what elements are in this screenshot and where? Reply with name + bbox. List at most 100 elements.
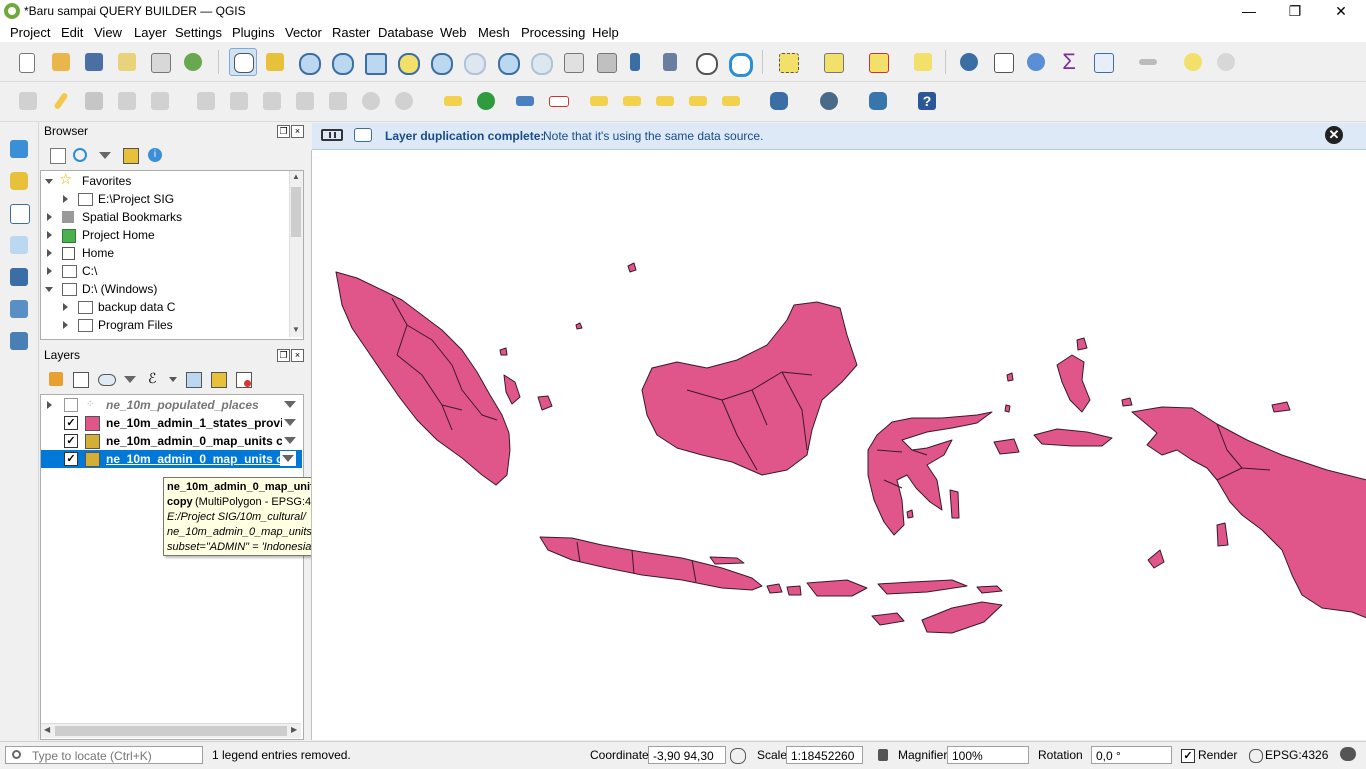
tree-item-spatial-bookmarks[interactable]: Spatial Bookmarks: [41, 208, 289, 226]
add-wms-layer-button[interactable]: [6, 328, 32, 354]
menu-processing[interactable]: Processing: [521, 25, 585, 40]
toggle-editing-pencil-icon[interactable]: [48, 88, 74, 114]
refresh-button[interactable]: [725, 49, 753, 77]
add-mesh-layer-button[interactable]: [6, 296, 32, 322]
add-selected-icon[interactable]: [50, 148, 66, 164]
tree-item-c-drive[interactable]: C:\: [41, 262, 289, 280]
new-shapefile-button[interactable]: [6, 232, 32, 258]
scroll-down-icon[interactable]: ▼: [292, 325, 300, 334]
tree-item-d-drive[interactable]: D:\ (Windows): [41, 280, 289, 298]
zoom-native-button[interactable]: [460, 49, 486, 75]
settings-gear-icon[interactable]: [1213, 49, 1239, 75]
float-panel-icon[interactable]: ❐: [277, 125, 290, 138]
show-unplaced-labels-button[interactable]: [545, 88, 571, 114]
zoom-next-button[interactable]: [527, 49, 553, 75]
zoom-to-selection-button[interactable]: [394, 49, 420, 75]
add-delimited-text-button[interactable]: [6, 200, 32, 226]
new-project-button[interactable]: [15, 49, 41, 75]
zoom-full-button[interactable]: [361, 49, 387, 75]
menu-layer[interactable]: Layer: [134, 25, 167, 40]
refresh-icon[interactable]: [73, 148, 87, 162]
open-project-button[interactable]: [48, 49, 74, 75]
filter-icon[interactable]: [284, 419, 296, 426]
filter-expression-icon[interactable]: ℰ: [148, 370, 156, 387]
help-question-icon[interactable]: ?: [914, 88, 940, 114]
menu-vector[interactable]: Vector: [285, 25, 322, 40]
new-3d-view-button[interactable]: [593, 49, 619, 75]
scroll-right-icon[interactable]: ▶: [291, 725, 297, 734]
toggle-extents-icon[interactable]: [730, 748, 746, 764]
browser-scrollbar[interactable]: ▲ ▼: [289, 171, 303, 337]
save-edits-button[interactable]: [81, 88, 107, 114]
crs-globe-icon[interactable]: [1249, 749, 1263, 763]
db-manager-button[interactable]: [766, 88, 792, 114]
layer-labeling-button[interactable]: [440, 88, 466, 114]
layer-styling-icon[interactable]: [49, 372, 63, 386]
tree-item-favorites[interactable]: ☆ Favorites: [41, 171, 289, 190]
rotation-spinbox[interactable]: 0,0 °: [1091, 746, 1172, 764]
cut-features-button[interactable]: [259, 88, 285, 114]
layer-row-populated-places[interactable]: ⁘ ne_10m_populated_places: [41, 396, 301, 414]
vertex-tool-button[interactable]: [147, 88, 173, 114]
change-label-button[interactable]: [718, 88, 744, 114]
open-field-calculator-button[interactable]: [1090, 49, 1116, 75]
menu-plugins[interactable]: Plugins: [232, 25, 275, 40]
menu-web[interactable]: Web: [440, 25, 467, 40]
zoom-last-button[interactable]: [494, 49, 520, 75]
data-source-manager-button[interactable]: [6, 136, 32, 162]
filter-icon[interactable]: [99, 152, 111, 159]
deselect-features-button[interactable]: [865, 49, 891, 75]
menu-view[interactable]: View: [94, 25, 122, 40]
scale-field[interactable]: 1:18452260: [786, 746, 863, 764]
add-group-icon[interactable]: [73, 372, 89, 388]
select-features-button[interactable]: [775, 49, 801, 75]
save-project-button[interactable]: [81, 49, 107, 75]
layer-visibility-checkbox[interactable]: ✓: [64, 416, 78, 430]
attribute-table-button[interactable]: [990, 49, 1016, 75]
tree-item-backup-data-c[interactable]: backup data C: [41, 298, 289, 316]
quickmapservices-button[interactable]: [816, 88, 842, 114]
menu-mesh[interactable]: Mesh: [478, 25, 510, 40]
paste-features-button[interactable]: [325, 88, 351, 114]
layer-visibility-checkbox[interactable]: ✓: [64, 452, 78, 466]
layer-row-map-units-copy-copy[interactable]: ✓ ne_10m_admin_0_map_units copy copy: [41, 450, 302, 468]
menu-raster[interactable]: Raster: [332, 25, 370, 40]
zoom-to-layer-button[interactable]: [427, 49, 453, 75]
expand-all-icon[interactable]: [186, 372, 202, 388]
filter-icon[interactable]: [282, 455, 294, 462]
new-bookmark-button[interactable]: [626, 49, 652, 75]
identify-features-button[interactable]: [956, 49, 982, 75]
remove-layer-icon[interactable]: [236, 372, 252, 388]
move-label-button[interactable]: [652, 88, 678, 114]
select-by-value-button[interactable]: [820, 49, 846, 75]
undo-button[interactable]: [358, 88, 384, 114]
layer-symbol-swatch[interactable]: [85, 416, 100, 431]
locator-input[interactable]: Type to locate (Ctrl+K): [5, 746, 203, 764]
coordinate-field[interactable]: -3,90 94,30: [648, 746, 726, 764]
layer-visibility-checkbox[interactable]: [64, 398, 78, 412]
highlight-pinned-labels-button[interactable]: [512, 88, 538, 114]
new-map-view-button[interactable]: [560, 49, 586, 75]
map-tips-button[interactable]: [1180, 49, 1206, 75]
scroll-up-icon[interactable]: ▲: [292, 172, 300, 181]
manage-visibility-eye-icon[interactable]: [98, 374, 116, 386]
menu-settings[interactable]: Settings: [175, 25, 222, 40]
show-bookmarks-button[interactable]: [659, 49, 685, 75]
statistics-sum-icon[interactable]: Σ: [1056, 49, 1082, 75]
layers-h-scrollbar[interactable]: ◀ ▶: [41, 723, 301, 738]
new-print-layout-button[interactable]: [114, 49, 140, 75]
measure-line-button[interactable]: [1135, 49, 1161, 75]
scroll-left-icon[interactable]: ◀: [44, 725, 50, 734]
temporal-controller-button[interactable]: [692, 49, 718, 75]
render-checkbox[interactable]: ✓: [1181, 749, 1195, 763]
minimize-button[interactable]: —: [1226, 0, 1272, 22]
close-window-button[interactable]: ✕: [1318, 0, 1364, 22]
filter-legend-icon[interactable]: [124, 376, 136, 383]
select-by-location-button[interactable]: [910, 49, 936, 75]
close-panel-icon[interactable]: ×: [291, 125, 304, 138]
filter-icon[interactable]: [284, 401, 296, 408]
pan-map-button[interactable]: [229, 48, 257, 76]
map-canvas[interactable]: [311, 150, 1366, 740]
tree-item-program-files[interactable]: Program Files: [41, 316, 289, 334]
add-vector-layer-button[interactable]: [6, 168, 32, 194]
